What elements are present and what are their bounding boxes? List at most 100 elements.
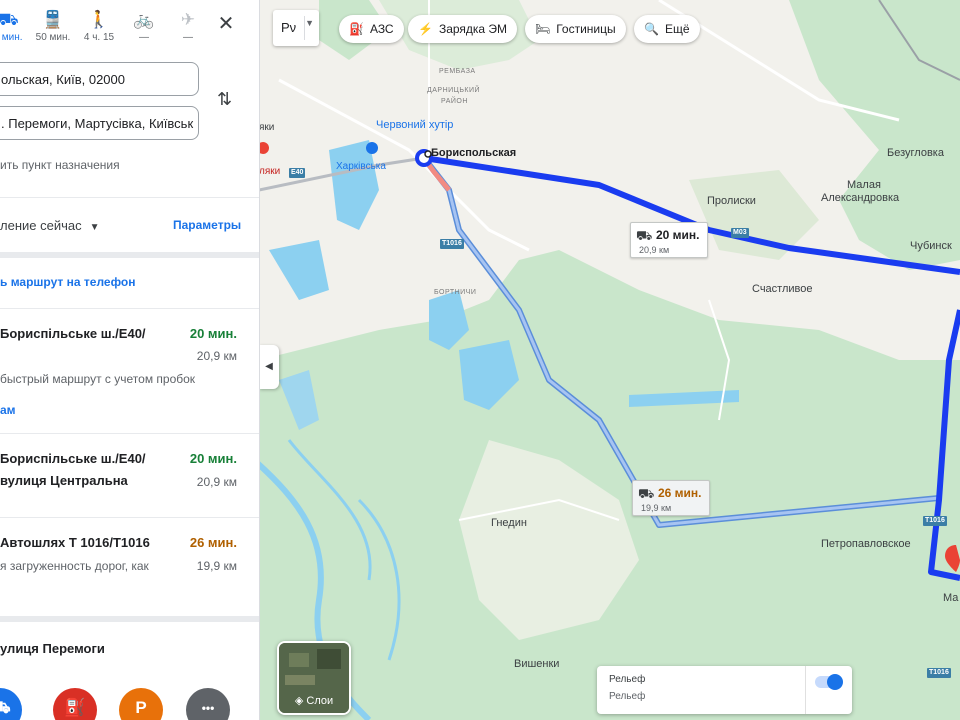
place-ma: Ма	[943, 592, 959, 604]
district-rayon: РАЙОН	[441, 98, 468, 105]
place-borispolskaya: Бориспольская	[431, 147, 517, 159]
route-1-title[interactable]: Бориспільське ш./E40/	[0, 323, 146, 345]
road-shield-t1016-2: T1016	[923, 516, 947, 526]
route-1-note: быстрый маршрут с учетом пробок	[0, 372, 196, 386]
relief-subtitle: Рельеф	[609, 691, 646, 702]
add-destination-button[interactable]: ить пункт назначения	[0, 158, 120, 172]
road-shield-t1016-3: T1016	[927, 668, 951, 678]
route-2-time: 20 мин.	[189, 451, 237, 466]
chip-gas-stations[interactable]: ⛽ АЗС	[339, 15, 404, 43]
relief-title: Рельеф	[609, 674, 646, 685]
place-vishenki: Вишенки	[514, 658, 560, 670]
mode-time: —	[183, 32, 193, 43]
origin-field[interactable]: ольская, Київ, 02000	[0, 62, 199, 96]
route-3-note: я загруженность дорог, как	[0, 559, 149, 573]
chip-label: Гостиницы	[556, 22, 616, 36]
walk-icon: 🚶	[88, 10, 110, 29]
chip-ev-charging[interactable]: ⚡ Зарядка ЭМ	[408, 15, 518, 43]
route-2-distance: 20,9 км	[196, 475, 237, 489]
hotel-icon: ⛟	[0, 698, 11, 717]
place-gnedin: Гнедин	[491, 517, 527, 529]
map-canvas[interactable]: Бориспольская Пролиски Безугловка Малая …	[259, 0, 960, 720]
place-chervoniy-khutir: Червоний хутір	[376, 119, 454, 131]
route-box-time: 26 мин.	[658, 486, 702, 500]
plane-icon: ✈	[180, 10, 196, 29]
mode-time: —	[139, 32, 149, 43]
mode-time: 4 ч. 15	[83, 32, 115, 43]
mode-walking[interactable]: 🚶 4 ч. 15	[76, 8, 122, 43]
options-button[interactable]: Параметры	[173, 218, 241, 232]
place-proliski: Пролиски	[707, 195, 756, 207]
route-3-title[interactable]: Автошлях Т 1016/Т1016	[0, 532, 150, 554]
layers-label: Слои	[306, 695, 334, 707]
mode-time: 50 мин.	[35, 32, 71, 43]
place-yaki-2: ляки	[259, 166, 281, 177]
road-shield-m03: M03	[731, 228, 749, 238]
route-3-time: 26 мин.	[189, 535, 237, 550]
district-darnitsky: ДАРНИЦЬКИЙ	[427, 87, 481, 94]
close-icon[interactable]: ✕	[214, 12, 238, 36]
place-petropavlovskoe: Петропавловское	[821, 538, 911, 550]
chevron-down-icon: ▼	[89, 222, 100, 233]
chip-label: Зарядка ЭМ	[438, 22, 508, 36]
search-icon: 🔍	[644, 22, 659, 36]
chip-label: Ещё	[664, 22, 690, 36]
send-to-phone-link[interactable]: ь маршрут на телефон	[0, 275, 136, 289]
route-2-title[interactable]: Бориспільське ш./E40/	[0, 448, 146, 470]
swap-icon[interactable]: ⇅	[217, 89, 232, 110]
ev-charging-icon: ⚡	[418, 22, 433, 36]
relief-toggle-card[interactable]: Рельеф Рельеф	[597, 666, 852, 714]
route-2-title-2: вулиця Центральна	[0, 473, 128, 488]
bike-icon: 🚲	[133, 10, 155, 29]
mode-driving[interactable]: ⛟ 0 мин.	[0, 8, 31, 43]
collapse-panel-button[interactable]: ◀	[259, 345, 279, 389]
chevron-down-icon: ▼	[305, 18, 314, 28]
directions-panel: ⛟ 0 мин. 🚆 50 мин. 🚶 4 ч. 15 🚲 — ✈ — ✕ о…	[0, 0, 260, 720]
place-schastlivoe: Счастливое	[752, 283, 813, 295]
mode-cycling[interactable]: 🚲 —	[121, 8, 167, 43]
place-kharkivska: Харківська	[336, 161, 386, 172]
map-base	[259, 0, 960, 720]
road-shield-e40: E40	[289, 168, 306, 178]
car-icon: ⛟	[638, 486, 655, 501]
route-1-distance: 20,9 км	[196, 349, 237, 363]
place-chubinsk: Чубинск	[910, 240, 952, 252]
route-box-distance: 19,9 км	[641, 503, 672, 513]
nearby-more-button[interactable]: •••	[186, 688, 230, 720]
route-box-alt[interactable]: ⛟ 26 мин. 19,9 км	[632, 480, 710, 516]
gas-station-icon: ⛽	[64, 698, 86, 717]
relief-toggle[interactable]	[815, 674, 843, 690]
chip-hotels[interactable]: 🛏 Гостиницы	[525, 15, 626, 43]
car-icon: ⛟	[636, 228, 653, 243]
layers-icon: ◈	[294, 695, 307, 707]
district-rembaza: РЕМБАЗА	[439, 68, 476, 75]
route-1-details-link[interactable]: ам	[0, 403, 16, 417]
hotel-icon: 🛏	[535, 22, 551, 36]
route-3-distance: 19,9 км	[196, 559, 237, 573]
place-yaki: яки	[259, 122, 275, 133]
parking-icon: P	[135, 698, 147, 717]
route-box-time: 20 мин.	[656, 228, 700, 242]
gas-station-icon: ⛽	[349, 22, 364, 36]
more-icon: •••	[201, 701, 215, 715]
chevron-left-icon: ◀	[265, 361, 273, 372]
place-bezuglovka: Безугловка	[887, 147, 944, 159]
nearby-parking-button[interactable]: P	[119, 688, 163, 720]
mode-time: 0 мин.	[0, 32, 23, 43]
destination-name: улиця Перемоги	[0, 641, 105, 656]
departure-selector[interactable]: ление сейчас ▼	[0, 218, 100, 233]
chip-more[interactable]: 🔍 Ещё	[634, 15, 700, 43]
route-1-time: 20 мин.	[189, 326, 237, 341]
mode-flight[interactable]: ✈ —	[165, 8, 211, 43]
destination-field[interactable]: . Перемоги, Мартусівка, Київськ	[0, 106, 199, 140]
mode-transit[interactable]: 🚆 50 мин.	[30, 8, 76, 43]
road-shield-t1016: T1016	[440, 239, 464, 249]
language-button[interactable]: Рν ▼	[273, 10, 319, 46]
place-aleksandrovka: Александровка	[821, 192, 900, 204]
route-box-distance: 20,9 км	[639, 245, 670, 255]
car-icon: ⛟	[0, 8, 31, 32]
route-box-main[interactable]: ⛟ 20 мин. 20,9 км	[630, 222, 708, 258]
nearby-hotels-button[interactable]: ⛟	[0, 688, 22, 720]
layers-button[interactable]: ◈ Слои	[277, 641, 351, 715]
nearby-gas-button[interactable]: ⛽	[53, 688, 97, 720]
